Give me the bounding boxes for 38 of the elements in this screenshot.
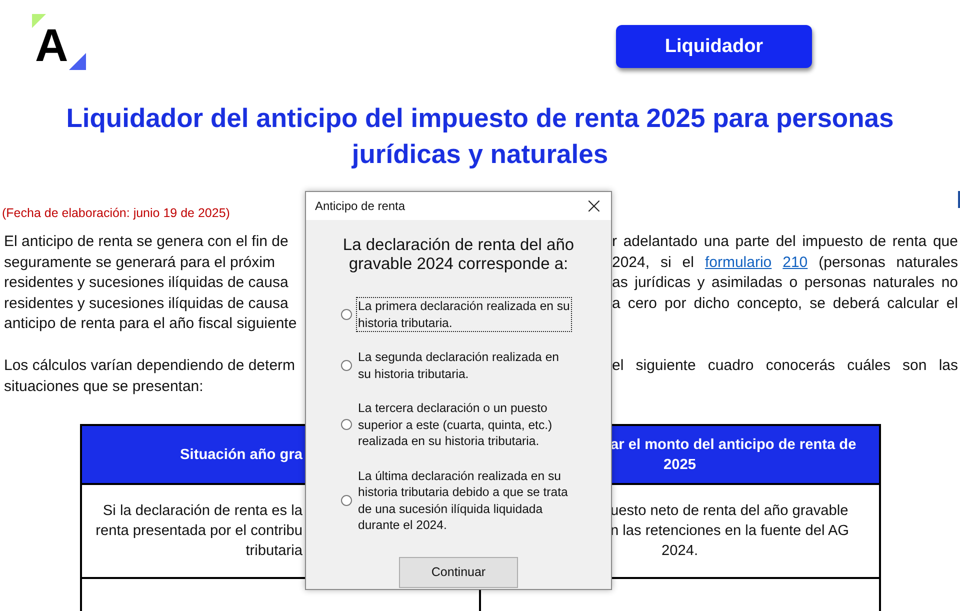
- date-note: (Fecha de elaboración: junio 19 de 2025): [2, 206, 230, 220]
- continue-button[interactable]: Continuar: [399, 556, 518, 588]
- paragraph-text: r adelantado una parte del impuesto de renta que: [612, 232, 958, 252]
- paragraph-text: situaciones que se presentan:: [3, 376, 204, 397]
- column-header: Situación año gra: [180, 446, 302, 464]
- option-label[interactable]: La última declaración realizada en su historia tributaria debido a que se trata de una sucesión ilíquida liquidada durante el 2024.: [356, 466, 572, 534]
- paragraph-text: as jurídicas y asimiladas o personas naturales no: [612, 273, 958, 294]
- paragraph-text: residentes y sucesiones ilíquidas de causa: [3, 273, 290, 294]
- question-text: La declaración de renta del año gravable 2024 corresponde a:: [342, 236, 576, 274]
- radio-button[interactable]: [341, 309, 352, 320]
- paragraph-text: anticipo de renta para el año fiscal siguiente: [3, 314, 298, 334]
- paragraph-text: El anticipo de renta se genera con el fin de: [3, 232, 290, 252]
- column-header: 2025: [662, 456, 697, 474]
- option-label[interactable]: La segunda declaración realizada en su historia tributaria.: [356, 348, 572, 383]
- option-label[interactable]: La tercera declaración o un puesto superior a este (cuarta, quinta, etc.) realizada en su historia tributaria.: [356, 399, 572, 450]
- table-cell-text: 2024.: [660, 542, 700, 561]
- paragraph-text: residentes y sucesiones ilíquidas de causa: [3, 294, 290, 314]
- link[interactable]: 210: [782, 254, 808, 271]
- link[interactable]: formulario: [704, 254, 772, 271]
- table-cell-text: tributaria: [246, 542, 302, 561]
- paragraph-text: 2024, si el formulario 210 (personas naturales: [612, 252, 958, 273]
- page-title: Liquidador del anticipo del impuesto de renta 2025 para personas jurídicas y naturales: [65, 102, 895, 171]
- logo: A: [32, 14, 86, 70]
- option-label[interactable]: La primera declaración realizada en su historia tributaria.: [356, 297, 572, 332]
- liquidador-button[interactable]: Liquidador: [616, 25, 812, 68]
- table-cell-text: uesto neto de renta del año gravable: [610, 502, 848, 521]
- close-button[interactable]: ×: [577, 192, 611, 220]
- paragraph-text: el siguiente cuadro conocerás cuáles son las: [612, 356, 958, 376]
- paragraph-text: a cero por dicho concepto, se deberá calcular el: [612, 294, 958, 314]
- table-cell-text: Si la declaración de renta es la: [102, 502, 302, 521]
- paragraph-text: seguramente se generará para el próxim: [3, 252, 276, 273]
- edge-mark: [958, 191, 960, 208]
- paragraph-text: Los cálculos varían dependiendo de determ: [3, 356, 296, 376]
- table-cell-text: renta presentada por el contribu: [96, 522, 302, 541]
- radio-button[interactable]: [341, 419, 352, 430]
- radio-button[interactable]: [341, 360, 352, 371]
- dialog-title: Anticipo de renta: [315, 199, 406, 213]
- radio-button[interactable]: [341, 495, 352, 506]
